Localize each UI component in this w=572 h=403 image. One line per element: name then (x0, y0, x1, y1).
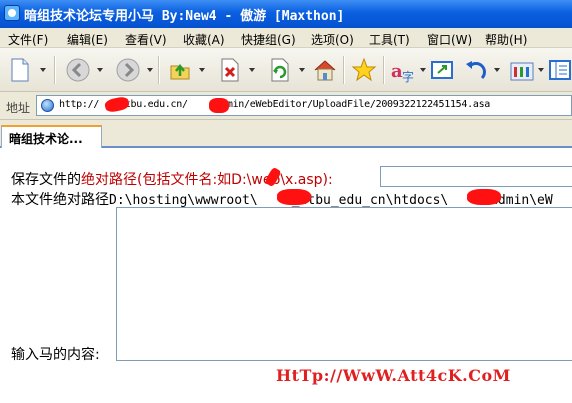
current-path-label: 本文件绝对路径 (11, 192, 109, 208)
forward-icon[interactable] (114, 56, 142, 84)
menu-view[interactable]: 查看(V) (125, 31, 167, 48)
menu-bar: 文件(F) 编辑(E) 查看(V) 收藏(A) 快捷组(G) 选项(O) 工具(… (0, 28, 572, 48)
back-dropdown[interactable] (97, 68, 103, 72)
title-bar: 暗组技术论坛专用小马 By:New4 - 傲游 [Maxthon] (0, 0, 572, 28)
new-page-icon[interactable] (6, 56, 34, 84)
stop-icon[interactable] (216, 56, 244, 84)
translate-dropdown[interactable] (420, 68, 426, 72)
menu-tools[interactable]: 工具(T) (369, 31, 410, 48)
tools-dropdown[interactable] (538, 68, 544, 72)
redaction-mark (277, 189, 311, 205)
panel-icon[interactable] (546, 56, 572, 84)
tools-icon[interactable] (508, 56, 536, 84)
save-path-label-black: 保存文件的 (11, 172, 81, 188)
redaction-mark (467, 189, 501, 205)
page-content: 保存文件的绝对路径(包括文件名:如D:\web\x.asp): 本文件绝对路径D… (0, 148, 572, 403)
menu-groups[interactable]: 快捷组(G) (241, 31, 296, 48)
menu-options[interactable]: 选项(O) (311, 31, 354, 48)
menu-favorites[interactable]: 收藏(A) (183, 31, 225, 48)
current-path-value-2: _ctbu_edu_cn\htdocs\ (291, 193, 449, 208)
menu-window[interactable]: 窗口(W) (427, 31, 472, 48)
undo-icon[interactable] (462, 56, 490, 84)
tab-strip: 暗组技术论... (0, 120, 572, 148)
toolbar-separator (158, 56, 160, 84)
address-bar: 地址 http://ctbu.edu.cn//admin/eWebEditor/… (0, 92, 572, 120)
back-icon[interactable] (64, 56, 92, 84)
content-label: 输入马的内容: (11, 347, 100, 363)
page-globe-icon (41, 99, 54, 112)
redaction-mark (209, 98, 229, 113)
current-path-value-1: D:\hosting\wwwroot\ (109, 193, 258, 208)
forward-dropdown[interactable] (147, 68, 153, 72)
watermark-text: HtTp://WwW.Att4cK.CoM (276, 366, 511, 385)
tab-active[interactable]: 暗组技术论... (1, 125, 102, 148)
refresh-dropdown[interactable] (299, 68, 305, 72)
home-icon[interactable] (311, 56, 339, 84)
stop-dropdown[interactable] (249, 68, 255, 72)
save-path-label: 保存文件的绝对路径(包括文件名:如D:\web\x.asp): (11, 169, 333, 189)
menu-help[interactable]: 帮助(H) (485, 31, 527, 48)
toolbar: a字 (0, 48, 572, 92)
toolbar-separator (343, 56, 345, 84)
up-icon[interactable] (166, 56, 194, 84)
tab-label: 暗组技术论... (9, 132, 83, 146)
menu-file[interactable]: 文件(F) (8, 31, 48, 48)
svg-text:字: 字 (402, 69, 414, 83)
trojan-content-textarea[interactable] (116, 207, 572, 361)
save-path-label-red: 绝对路径(包括文件名:如D:\web\x.asp): (81, 172, 333, 188)
toolbar-separator (383, 56, 385, 84)
undo-dropdown[interactable] (494, 68, 500, 72)
window-title: 暗组技术论坛专用小马 By:New4 - 傲游 [Maxthon] (24, 9, 345, 24)
menu-edit[interactable]: 编辑(E) (67, 31, 108, 48)
favorites-star-icon[interactable] (350, 56, 378, 84)
new-page-dropdown[interactable] (40, 68, 46, 72)
save-path-input[interactable] (380, 166, 572, 187)
refresh-icon[interactable] (266, 56, 294, 84)
address-label: 地址 (6, 101, 31, 115)
maxthon-app-icon (4, 5, 20, 21)
translate-icon[interactable]: a字 (390, 56, 418, 84)
fullscreen-icon[interactable] (428, 56, 456, 84)
up-dropdown[interactable] (199, 68, 205, 72)
toolbar-separator (54, 56, 56, 84)
address-input[interactable]: http://ctbu.edu.cn//admin/eWebEditor/Upl… (36, 95, 572, 116)
